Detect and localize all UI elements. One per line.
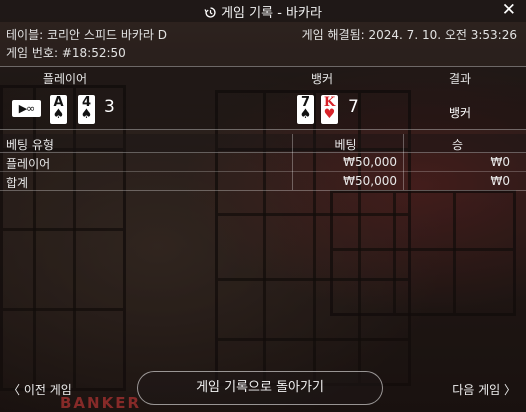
card-suit-icon: ♠ (299, 107, 312, 122)
table-name: 테이블: 코리안 스피드 바카라 D (6, 28, 168, 42)
card-suit-icon: ♠ (52, 107, 65, 122)
back-to-history-button[interactable]: 게임 기록으로 돌아가기 (137, 371, 383, 405)
bet-amount: ₩50,000 (343, 155, 397, 169)
background-scene: BANKER (0, 0, 526, 412)
bets-table-header: 베팅 유형 베팅 승 (0, 134, 526, 153)
game-resolved-time: 게임 해결됨: 2024. 7. 10. 오전 3:53:26 (301, 28, 517, 42)
win-amount: ₩0 (490, 155, 511, 169)
close-icon[interactable]: ✕ (502, 0, 516, 21)
background-table-text: BANKER (60, 394, 142, 412)
game-number: 게임 번호: #18:52:50 (6, 46, 126, 60)
table-row-total: 합계 ₩50,000 ₩0 (0, 172, 526, 191)
bet-type: 플레이어 (6, 157, 51, 171)
table-row: 플레이어 ₩50,000 ₩0 (0, 153, 526, 172)
card-suit-icon: ♥ (323, 107, 336, 122)
winning-side: 뱅커 (448, 106, 472, 120)
player-card-1: A ♠ (50, 95, 67, 124)
banker-card-2: K ♥ (321, 95, 338, 124)
player-score: 3 (104, 97, 115, 117)
bet-amount: ₩50,000 (343, 174, 397, 188)
player-side-card: ▶∞ (12, 100, 41, 117)
banker-column-header: 뱅커 (310, 72, 334, 86)
history-icon (204, 7, 216, 18)
win-amount-header: 승 (451, 138, 464, 152)
column-divider (292, 134, 293, 190)
banker-score: 7 (348, 97, 359, 117)
card-suit-icon: ♠ (80, 107, 93, 122)
dialog-title: 게임 기록 - 바카라 (0, 2, 526, 21)
dialog-title-text: 게임 기록 - 바카라 (221, 6, 322, 21)
bet-type-header: 베팅 유형 (6, 138, 54, 152)
bet-type: 합계 (6, 176, 29, 190)
column-divider (403, 134, 404, 190)
banker-card-1: 7 ♠ (297, 95, 314, 124)
win-amount: ₩0 (490, 174, 511, 188)
previous-game-button[interactable]: 〈 이전 게임 (8, 381, 72, 398)
player-column-header: 플레이어 (42, 72, 88, 86)
next-game-button[interactable]: 다음 게임 〉 (452, 381, 516, 398)
player-card-2: 4 ♠ (78, 95, 95, 124)
result-column-header: 결과 (448, 72, 472, 86)
bet-amount-header: 베팅 (334, 138, 357, 152)
title-bar: 게임 기록 - 바카라 ✕ (0, 0, 526, 22)
